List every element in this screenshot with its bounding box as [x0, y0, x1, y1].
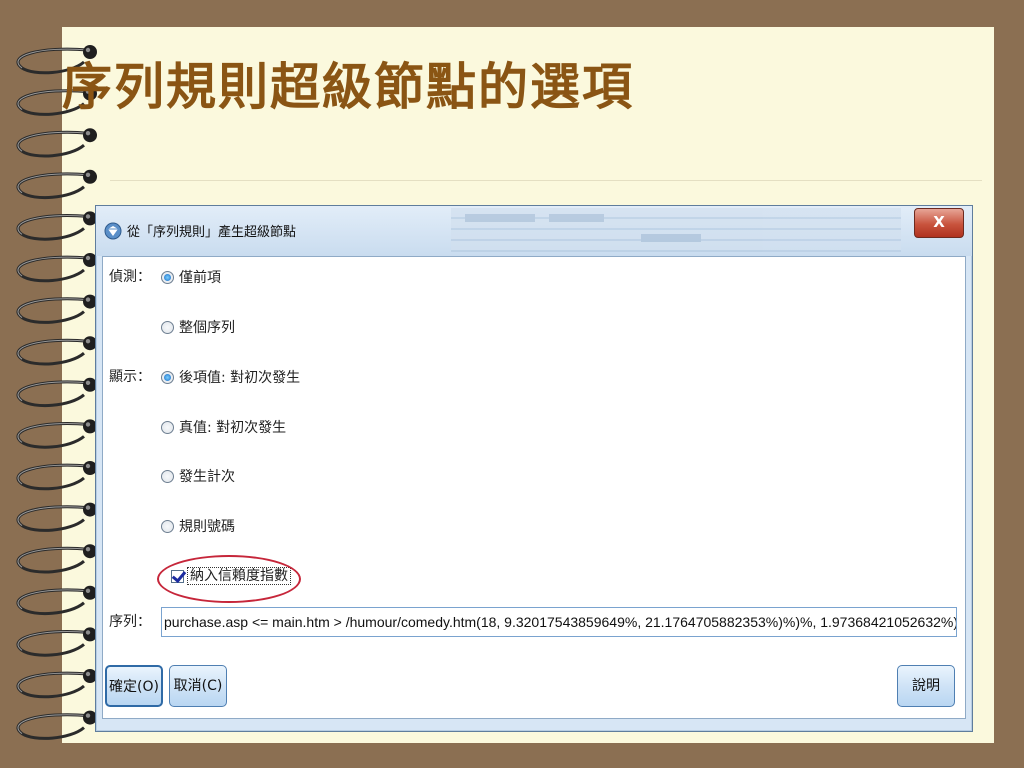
display-label: 顯示：: [109, 369, 151, 385]
radio-indicator[interactable]: [161, 320, 174, 334]
radio-indicator[interactable]: [161, 519, 174, 533]
background-window-ghost: [451, 208, 901, 252]
radio-label: 整個序列: [179, 320, 235, 336]
radio-indicator[interactable]: [161, 420, 174, 434]
radio-occurrence-count[interactable]: 發生計次: [161, 467, 235, 485]
radio-indicator[interactable]: [161, 370, 174, 384]
dialog-window: 從「序列規則」產生超級節點 X 偵測： 僅前項 整個序列 顯示： 後項值: 對初…: [95, 205, 973, 732]
radio-consequent-first[interactable]: 後項值: 對初次發生: [161, 368, 300, 386]
checkbox-indicator[interactable]: [171, 569, 184, 583]
dialog-titlebar[interactable]: 從「序列規則」產生超級節點 X: [96, 206, 972, 256]
radio-antecedents-only[interactable]: 僅前項: [161, 268, 221, 286]
app-icon: [104, 222, 122, 240]
radio-true-value-first[interactable]: 真值: 對初次發生: [161, 418, 286, 436]
radio-label: 規則號碼: [179, 519, 235, 535]
help-button[interactable]: 說明: [897, 665, 955, 707]
radio-label: 真值: 對初次發生: [179, 420, 287, 436]
radio-indicator[interactable]: [161, 469, 174, 483]
sequence-label: 序列：: [109, 614, 151, 630]
detect-label: 偵測：: [109, 269, 151, 285]
radio-label: 僅前項: [179, 270, 221, 286]
include-confidence-checkbox[interactable]: 納入信賴度指數: [171, 567, 291, 585]
radio-label: 發生計次: [179, 469, 235, 485]
slide-title: 序列規則超級節點的選項: [62, 57, 634, 116]
ok-button[interactable]: 確定(O): [105, 665, 163, 707]
dialog-title: 從「序列規則」產生超級節點: [127, 225, 297, 240]
radio-indicator[interactable]: [161, 270, 174, 284]
radio-rule-number[interactable]: 規則號碼: [161, 517, 235, 535]
checkbox-label: 納入信賴度指數: [187, 567, 291, 585]
title-divider: [110, 180, 982, 181]
close-button[interactable]: X: [914, 208, 964, 238]
sequence-field[interactable]: purchase.asp <= main.htm > /humour/comed…: [161, 607, 957, 637]
radio-label: 後項值: 對初次發生: [179, 370, 301, 386]
dialog-content: 偵測： 僅前項 整個序列 顯示： 後項值: 對初次發生 真值: 對初次發生 發生…: [102, 256, 966, 719]
cancel-button[interactable]: 取消(C): [169, 665, 227, 707]
radio-entire-sequence[interactable]: 整個序列: [161, 318, 235, 336]
